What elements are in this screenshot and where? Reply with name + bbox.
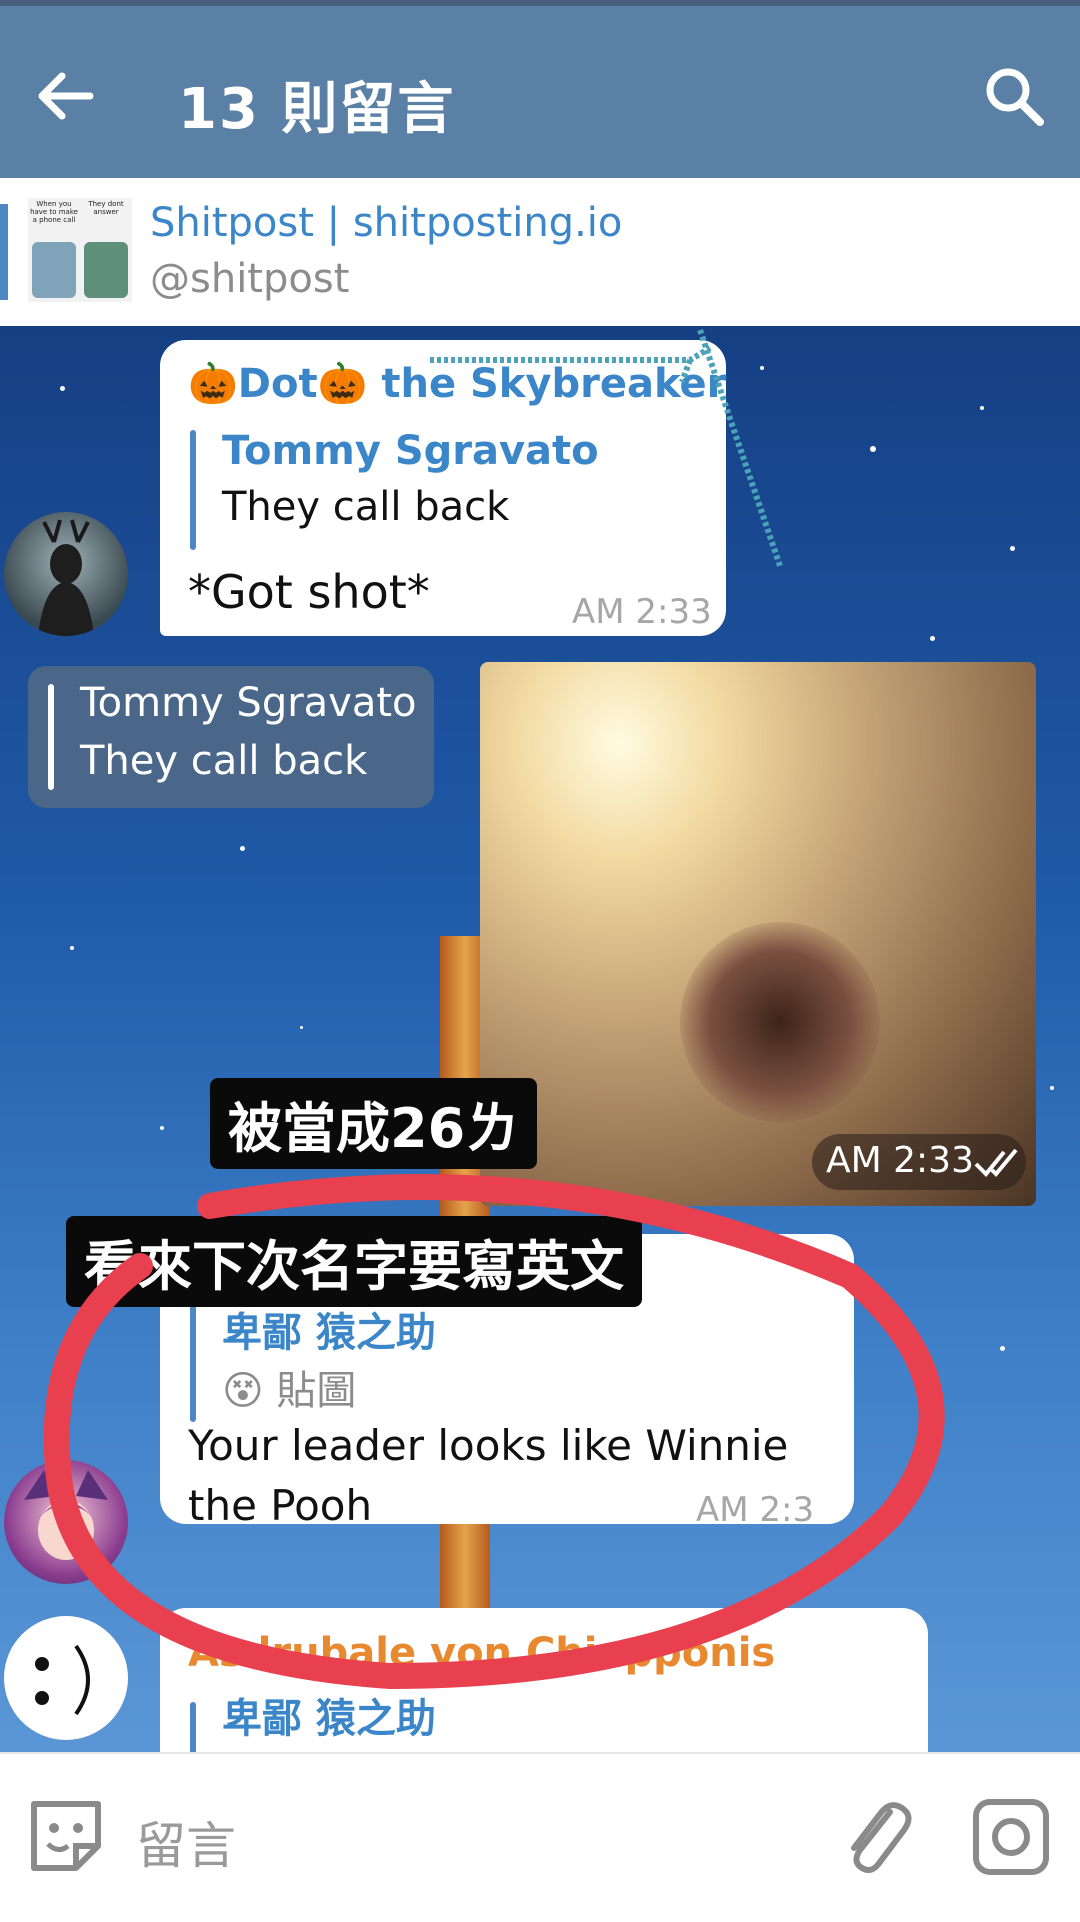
scribble-decoration	[430, 329, 783, 567]
thumb-right-image	[84, 242, 128, 298]
channel-header[interactable]: When you have to make a phone call They …	[0, 178, 1080, 326]
star	[870, 446, 876, 452]
reply-bar	[48, 684, 54, 790]
sticker-button[interactable]	[24, 1794, 108, 1878]
star	[300, 1026, 303, 1029]
reply-chip[interactable]: Tommy Sgravato They call back	[28, 666, 434, 808]
red-circle-annotation	[43, 1174, 945, 1690]
search-icon	[986, 68, 1044, 126]
star	[1010, 546, 1015, 551]
message-time: AM 2:33	[572, 592, 712, 632]
chat-area[interactable]: 🎃Dot🎃 the Skybreaker Tommy Sgravato They…	[0, 326, 1080, 1752]
paperclip-icon	[851, 1802, 912, 1873]
star	[240, 846, 245, 851]
search-button[interactable]	[976, 58, 1052, 134]
channel-accent-bar	[0, 204, 8, 300]
channel-thumbnail: When you have to make a phone call They …	[28, 198, 132, 302]
attach-button[interactable]	[830, 1792, 920, 1882]
reply-bar	[190, 430, 196, 550]
arrow-left-icon	[38, 72, 94, 120]
star	[70, 946, 74, 950]
camera-button[interactable]	[966, 1792, 1056, 1882]
thumb-left-text: When you have to make a phone call	[30, 200, 78, 224]
star	[1050, 1086, 1054, 1090]
thumb-right-text: They dont answer	[88, 200, 124, 216]
star	[160, 1126, 164, 1130]
thumb-left-image	[32, 242, 76, 298]
reply-name[interactable]: Tommy Sgravato	[80, 680, 417, 726]
sticker-icon	[31, 1801, 101, 1871]
top-bar: 13 則留言	[0, 0, 1080, 178]
antlered-figure-icon	[38, 519, 94, 636]
star	[980, 406, 984, 410]
back-button[interactable]	[28, 58, 104, 134]
double-check-icon	[974, 1148, 1018, 1177]
reply-text: They call back	[80, 738, 368, 784]
avatar[interactable]	[4, 512, 128, 636]
video-message[interactable]: AM 2:33	[480, 662, 1036, 1206]
input-bar: 留言	[0, 1752, 1080, 1922]
channel-handle: @shitpost	[150, 256, 350, 302]
star	[930, 636, 935, 641]
message-text: *Got shot*	[188, 565, 430, 619]
hamster-face	[680, 922, 880, 1122]
star	[60, 386, 65, 391]
star	[1000, 1346, 1005, 1351]
camera-icon	[973, 1799, 1049, 1875]
comment-input[interactable]: 留言	[136, 1806, 236, 1878]
page-title: 13 則留言	[178, 77, 456, 142]
channel-name: Shitpost | shitposting.io	[150, 200, 623, 246]
